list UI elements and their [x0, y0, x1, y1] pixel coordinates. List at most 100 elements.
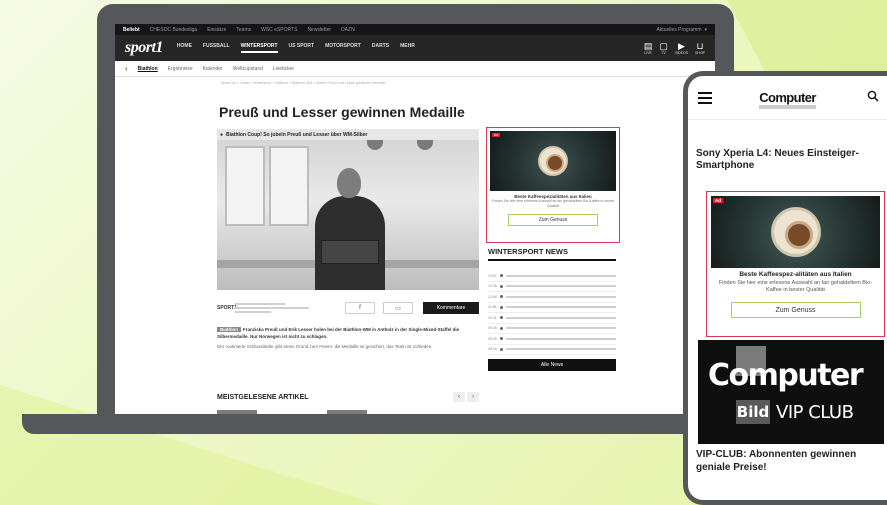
nav-icon-label: SHOP	[695, 50, 705, 55]
subnav-item[interactable]: Ergebnisse	[168, 66, 193, 72]
nav-item-wintersport[interactable]: WINTERSPORT	[240, 43, 278, 53]
hero-video[interactable]	[217, 140, 479, 290]
ad-cta-button[interactable]: Zum Genuss	[508, 214, 598, 226]
bullet-icon	[499, 337, 503, 341]
news-text	[505, 295, 616, 298]
bullet-icon	[499, 316, 503, 320]
popular-title: MEISTGELESENE ARTIKEL	[217, 393, 309, 401]
meta-line	[235, 303, 285, 305]
ad-image: Ad	[711, 196, 880, 268]
nav-icon-label: TV	[661, 50, 666, 55]
top-bar-item[interactable]: Newsletter	[307, 27, 331, 33]
popular-pager: ‹ ›	[453, 392, 479, 402]
vip-logo-bild: Bild	[736, 400, 770, 424]
program-dropdown[interactable]: Aktuelles Programm ▾	[656, 27, 707, 33]
top-bar-item[interactable]: Beliebt	[123, 27, 140, 33]
subnav-item[interactable]: Kalender	[203, 66, 223, 72]
pager-next-button[interactable]: ›	[467, 392, 479, 402]
news-text	[505, 337, 616, 340]
list-item[interactable]: 09:29	[488, 334, 616, 345]
top-bar-item[interactable]: Einsätze	[207, 27, 226, 33]
phone-ad[interactable]: Ad Beste Kaffeespez-alitäten aus Italien…	[706, 191, 885, 337]
news-text	[505, 316, 616, 319]
bullet-icon	[499, 295, 503, 299]
subnav-item[interactable]: Liveticker	[273, 66, 294, 72]
nav-icons: ▤ LIVE ▢ TV ▶ VIDEOS ⊔ SHOP	[643, 40, 705, 55]
nav-icon-label: LIVE	[644, 50, 652, 55]
nav-video-button[interactable]: ▶ VIDEOS	[674, 41, 689, 55]
facebook-icon: f	[359, 305, 361, 311]
article-teaser: Biathlon Franziska Preuß und Erik Lesser …	[217, 326, 479, 340]
news-text	[505, 274, 616, 277]
live-icon: ▤	[643, 40, 653, 51]
list-item[interactable]: 09:45	[488, 324, 616, 334]
top-bar-item[interactable]: WSC eSPORTS	[261, 27, 297, 33]
list-item[interactable]: 11:58	[488, 303, 616, 313]
list-item[interactable]: 08:16	[488, 345, 616, 355]
list-item[interactable]: 12:08	[488, 292, 616, 303]
bullet-icon	[499, 305, 503, 309]
coffee-cup-icon	[538, 146, 568, 176]
all-news-button[interactable]: Alle News	[488, 359, 616, 371]
hamburger-menu-icon[interactable]	[698, 92, 712, 104]
nav-tv-button[interactable]: ▢ TV	[659, 41, 668, 55]
search-icon[interactable]	[867, 90, 879, 102]
laptop-frame: Beliebt CHESOC Bundesliga Einsätze Teams…	[97, 4, 734, 418]
shop-icon: ⊔	[696, 40, 704, 51]
teaser-tag: Biathlon	[217, 327, 241, 332]
subnav-item[interactable]: Weltcupstand	[233, 66, 263, 72]
breadcrumb[interactable]: Sport1.de > Home > Wintersport > Biathlo…	[115, 77, 715, 89]
comments-button[interactable]: Kommentare	[423, 302, 479, 314]
nav-icon-label: VIDEOS	[674, 50, 689, 55]
hero-window	[269, 146, 309, 226]
meta-line	[235, 311, 271, 313]
sub-nav: ‹ Biathlon Ergebnisse Kalender Weltcupst…	[115, 61, 715, 77]
nav-item-fussball[interactable]: FUSSBALL	[203, 43, 230, 53]
ws-news-list: 13:57 12:35 12:08 11:58 10:41 09:45 09:2…	[488, 271, 616, 355]
vip-club-banner[interactable]: Computer Bild VIP CLUB	[698, 340, 884, 444]
news-text	[505, 348, 616, 351]
news-time: 12:35	[488, 284, 497, 289]
chevron-left-icon[interactable]: ‹	[125, 64, 128, 73]
list-item[interactable]: 13:57	[488, 271, 616, 282]
share-button[interactable]: ▭	[383, 302, 413, 314]
coffee-cup-icon	[770, 207, 821, 257]
list-item[interactable]: 10:41	[488, 313, 616, 324]
top-bar-item[interactable]: Teams	[236, 27, 251, 33]
hero-person-head	[337, 168, 361, 198]
pager-prev-button[interactable]: ‹	[453, 392, 465, 402]
phone-site-logo[interactable]: Computer	[759, 90, 816, 109]
nav-item-darts[interactable]: DARTS	[372, 43, 389, 53]
news-time: 10:41	[488, 315, 497, 320]
nav-live-button[interactable]: ▤ LIVE	[643, 40, 653, 55]
hero-lamp	[417, 140, 433, 150]
share-facebook-button[interactable]: f	[345, 302, 375, 314]
laptop-base	[22, 414, 698, 434]
news-time: 12:08	[488, 294, 497, 299]
wintersport-news: WINTERSPORT NEWS 13:57 12:35 12:08 11:58…	[488, 247, 616, 371]
source-label: SPORT1	[217, 305, 238, 311]
nav-item-us-sport[interactable]: US SPORT	[289, 43, 315, 53]
top-bar-item[interactable]: DAZN	[341, 27, 355, 33]
popular-header: MEISTGELESENE ARTIKEL ‹ ›	[217, 392, 479, 402]
list-item[interactable]: 12:35	[488, 282, 616, 292]
hero-lamp	[367, 140, 383, 150]
news-time: 09:29	[488, 336, 497, 341]
news-time: 13:57	[488, 273, 497, 278]
phone-vip-title[interactable]: VIP-CLUB: Abonnenten gewinnen geniale Pr…	[696, 448, 886, 474]
subnav-item-biathlon[interactable]: Biathlon	[138, 66, 158, 72]
ad-cta-button[interactable]: Zum Genuss	[730, 302, 861, 318]
top-bar-item[interactable]: CHESOC Bundesliga	[150, 27, 198, 33]
nav-shop-button[interactable]: ⊔ SHOP	[695, 40, 705, 55]
nav-item-home[interactable]: HOME	[177, 43, 192, 53]
nav-item-mehr[interactable]: MEHR	[400, 43, 415, 53]
nav-item-motorsport[interactable]: MOTORSPORT	[325, 43, 361, 53]
phone-article-title[interactable]: Sony Xperia L4: Neues Einsteiger-Smartph…	[696, 148, 879, 172]
phone-header: Computer	[688, 76, 887, 120]
bullet-icon	[499, 284, 503, 288]
news-text	[505, 285, 616, 288]
ad-image: Ad	[490, 131, 616, 191]
sidebar-ad[interactable]: Ad Beste Kaffeespezialitäten aus Italien…	[486, 127, 620, 243]
hero-laptop	[321, 240, 379, 264]
site-logo[interactable]: sport1	[125, 39, 163, 57]
